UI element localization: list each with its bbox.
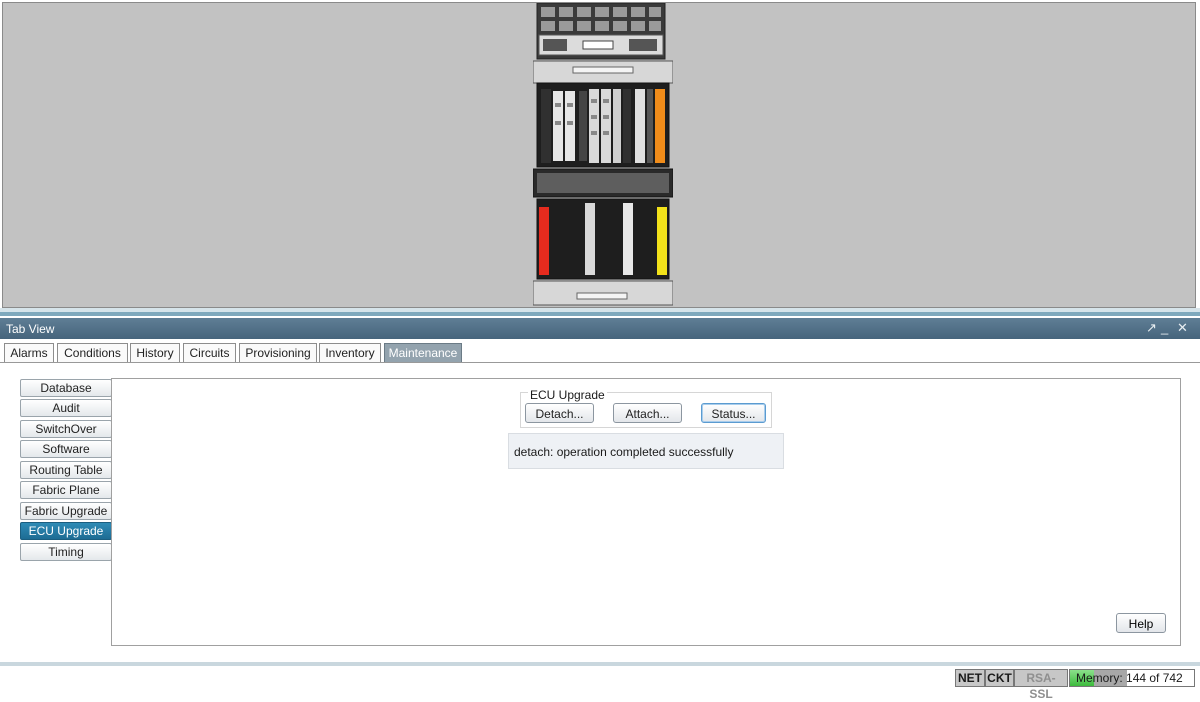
chassis-graphic[interactable]	[533, 3, 673, 307]
net-indicator[interactable]: NET	[955, 669, 985, 687]
ecu-upgrade-group-title: ECU Upgrade	[528, 388, 607, 402]
bottom-divider	[0, 662, 1200, 666]
tab-alarms[interactable]: Alarms	[4, 343, 54, 363]
status-button[interactable]: Status...	[701, 403, 766, 423]
close-icon[interactable]: ✕	[1177, 320, 1188, 336]
side-item-switchover[interactable]: SwitchOver	[20, 420, 112, 438]
side-item-fabric-plane[interactable]: Fabric Plane	[20, 481, 112, 499]
memory-indicator: Memory: 144 of 742 MB	[1069, 669, 1195, 687]
shelf-view	[2, 2, 1196, 308]
tab-divider	[0, 362, 1200, 363]
side-item-database[interactable]: Database	[20, 379, 112, 397]
side-item-timing[interactable]: Timing	[20, 543, 112, 561]
detach-button[interactable]: Detach...	[525, 403, 594, 423]
side-item-audit[interactable]: Audit	[20, 399, 112, 417]
tab-circuits[interactable]: Circuits	[183, 343, 236, 363]
rsa-ssl-indicator: RSA-SSL	[1014, 669, 1068, 701]
ckt-indicator[interactable]: CKT	[985, 669, 1014, 687]
side-item-routing-table[interactable]: Routing Table	[20, 461, 112, 479]
tab-conditions[interactable]: Conditions	[57, 343, 128, 363]
tab-view-title: Tab View	[6, 322, 55, 336]
operation-result-box: detach: operation completed successfully	[508, 433, 784, 469]
splitter[interactable]	[0, 312, 1200, 316]
help-button[interactable]: Help	[1116, 613, 1166, 633]
side-item-ecu-upgrade[interactable]: ECU Upgrade	[20, 522, 112, 540]
memory-label: Memory:	[1076, 671, 1123, 685]
attach-button[interactable]: Attach...	[613, 403, 682, 423]
side-item-fabric-upgrade[interactable]: Fabric Upgrade	[20, 502, 112, 520]
minimize-icon[interactable]: _	[1161, 320, 1168, 335]
tab-maintenance[interactable]: Maintenance	[384, 343, 462, 363]
tab-history[interactable]: History	[130, 343, 180, 363]
tab-provisioning[interactable]: Provisioning	[239, 343, 317, 363]
tab-inventory[interactable]: Inventory	[319, 343, 381, 363]
tab-view-title-bar: Tab View ↗ _ ✕	[0, 318, 1200, 339]
status-bar: NET CKT RSA-SSL Memory: 144 of 742 MB	[0, 667, 1200, 701]
undock-icon[interactable]: ↗	[1146, 320, 1157, 336]
side-item-software[interactable]: Software	[20, 440, 112, 458]
operation-result-message: detach: operation completed successfully	[514, 445, 734, 459]
